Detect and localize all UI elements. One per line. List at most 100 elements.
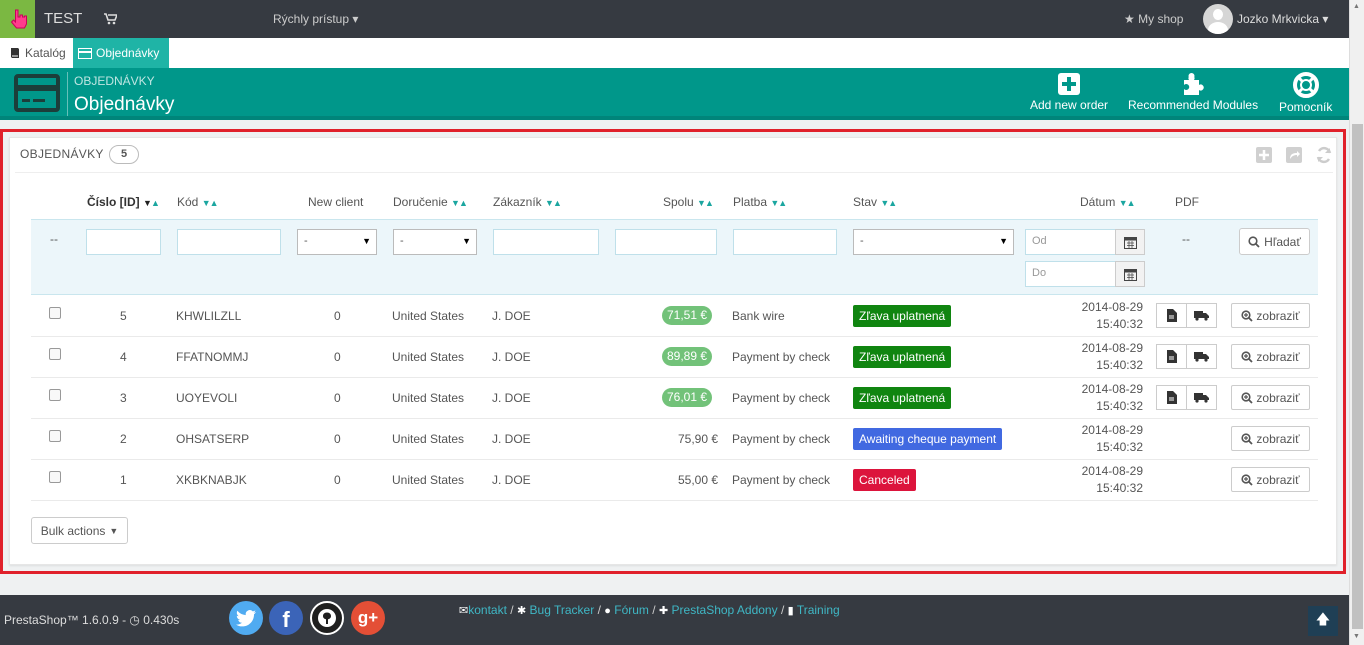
column-header-delivery[interactable]: Doručenie ▼▲ bbox=[393, 195, 468, 209]
sort-icon[interactable]: ▼▲ bbox=[545, 198, 562, 208]
sort-icon[interactable]: ▼▲ bbox=[451, 198, 468, 208]
invoice-pdf-button[interactable] bbox=[1156, 303, 1187, 328]
sort-icon[interactable]: ▼▲ bbox=[1119, 198, 1136, 208]
pdf-filter-dash: -- bbox=[1182, 232, 1190, 246]
scroll-up-arrow-icon[interactable]: ▲ bbox=[1353, 3, 1360, 10]
filter-status-select[interactable]: - ▼ bbox=[853, 229, 1014, 255]
footer: PrestaShop™ 1.6.0.9 - ◷ 0.430s f g+ ✉kon… bbox=[0, 595, 1349, 645]
view-order-button[interactable]: zobraziť bbox=[1231, 467, 1310, 492]
order-total-badge: 71,51 € bbox=[662, 306, 713, 325]
filter-date-from-input[interactable]: Od bbox=[1025, 229, 1116, 255]
recommended-modules-button[interactable]: Recommended Modules bbox=[1128, 72, 1258, 112]
footer-link-training[interactable]: Training bbox=[797, 603, 840, 617]
filter-customer-input[interactable] bbox=[493, 229, 599, 255]
scrollbar-thumb[interactable] bbox=[1352, 124, 1363, 629]
delivery-slip-button[interactable] bbox=[1186, 385, 1217, 410]
page-scrollbar[interactable]: ▲ ▼ bbox=[1349, 0, 1364, 645]
github-icon[interactable] bbox=[310, 601, 344, 635]
filter-id-input[interactable] bbox=[86, 229, 161, 255]
user-menu[interactable]: Jozko Mrkvicka ▾ bbox=[1237, 12, 1328, 26]
arrow-up-icon: 🡅 bbox=[1315, 611, 1331, 627]
column-header-date[interactable]: Dátum ▼▲ bbox=[1080, 195, 1136, 209]
column-label: Stav bbox=[853, 195, 878, 209]
invoice-pdf-button[interactable] bbox=[1156, 385, 1187, 410]
menu-toggle-button[interactable] bbox=[0, 0, 35, 38]
footer-link-forum[interactable]: Fórum bbox=[614, 603, 649, 617]
refresh-icon[interactable] bbox=[1315, 146, 1333, 164]
sort-icon[interactable]: ▼▲ bbox=[697, 198, 714, 208]
link-separator: / bbox=[597, 603, 601, 617]
row-checkbox[interactable] bbox=[49, 471, 61, 483]
header-breadcrumb[interactable]: OBJEDNÁVKY bbox=[74, 74, 155, 88]
google-plus-icon[interactable]: g+ bbox=[351, 601, 385, 635]
help-button[interactable]: Pomocník bbox=[1279, 72, 1332, 114]
view-order-button[interactable]: zobraziť bbox=[1231, 303, 1310, 328]
view-order-button[interactable]: zobraziť bbox=[1231, 344, 1310, 369]
credit-card-icon bbox=[78, 47, 92, 59]
table-row[interactable]: 4 FFATNOMMJ 0 United States J. DOE 89,89 € Pay… bbox=[31, 337, 1318, 378]
scroll-down-arrow-icon[interactable]: ▼ bbox=[1353, 633, 1360, 640]
column-header-total[interactable]: Spolu ▼▲ bbox=[663, 195, 714, 209]
footer-link-bug-tracker[interactable]: Bug Tracker bbox=[530, 603, 595, 617]
cart-icon[interactable] bbox=[104, 13, 119, 28]
filter-payment-input[interactable] bbox=[733, 229, 837, 255]
invoice-pdf-button[interactable] bbox=[1156, 344, 1187, 369]
column-header-customer[interactable]: Zákazník ▼▲ bbox=[493, 195, 562, 209]
filter-new-client-select[interactable]: - ▼ bbox=[297, 229, 377, 255]
quick-access-dropdown[interactable]: Rýchly prístup ▾ bbox=[273, 12, 358, 26]
row-checkbox[interactable] bbox=[49, 430, 61, 442]
table-row[interactable]: 1 XKBKNABJK 0 United States J. DOE 55,00 € Pay… bbox=[31, 460, 1318, 501]
truck-icon bbox=[1194, 393, 1209, 403]
order-new-client: 0 bbox=[334, 391, 341, 405]
sort-icon[interactable]: ▼▲ bbox=[143, 198, 160, 208]
delivery-slip-button[interactable] bbox=[1186, 344, 1217, 369]
scroll-to-top-button[interactable]: 🡅 bbox=[1308, 606, 1338, 636]
table-row[interactable]: 5 KHWLILZLL 0 United States J. DOE 71,51 € Ban… bbox=[31, 296, 1318, 337]
table-row[interactable]: 3 UOYEVOLI 0 United States J. DOE 76,01 € Paym… bbox=[31, 378, 1318, 419]
caret-down-icon: ▼ bbox=[999, 236, 1008, 246]
sort-icon[interactable]: ▼▲ bbox=[202, 198, 219, 208]
column-header-payment[interactable]: Platba ▼▲ bbox=[733, 195, 787, 209]
status-badge: Zľava uplatnená bbox=[853, 305, 952, 327]
row-checkbox[interactable] bbox=[49, 389, 61, 401]
view-order-label: zobraziť bbox=[1256, 472, 1300, 487]
select-value: - bbox=[400, 235, 404, 247]
table-row[interactable]: 2 OHSATSERP 0 United States J. DOE 75,90 € Pay… bbox=[31, 419, 1318, 460]
row-checkbox[interactable] bbox=[49, 348, 61, 360]
footer-link-addons[interactable]: PrestaShop Addony bbox=[672, 603, 778, 617]
avatar[interactable] bbox=[1203, 4, 1233, 34]
search-button[interactable]: Hľadať bbox=[1239, 228, 1310, 255]
book-icon: ▮ bbox=[787, 605, 794, 617]
column-header-status[interactable]: Stav ▼▲ bbox=[853, 195, 897, 209]
export-icon[interactable] bbox=[1285, 146, 1303, 164]
footer-link-contact[interactable]: kontakt bbox=[468, 603, 507, 617]
tab-orders[interactable]: Objednávky bbox=[73, 38, 169, 68]
column-header-code[interactable]: Kód ▼▲ bbox=[177, 195, 219, 209]
filter-code-input[interactable] bbox=[177, 229, 281, 255]
sort-icon[interactable]: ▼▲ bbox=[880, 198, 897, 208]
filter-date-to-input[interactable]: Do bbox=[1025, 261, 1116, 287]
shop-name[interactable]: TEST bbox=[44, 10, 82, 27]
add-new-order-button[interactable]: Add new order bbox=[1030, 72, 1108, 112]
sort-icon[interactable]: ▼▲ bbox=[770, 198, 787, 208]
column-label: PDF bbox=[1175, 195, 1199, 209]
view-order-button[interactable]: zobraziť bbox=[1231, 426, 1310, 451]
row-checkbox[interactable] bbox=[49, 307, 61, 319]
calendar-icon[interactable] bbox=[1115, 229, 1145, 255]
filter-total-input[interactable] bbox=[615, 229, 717, 255]
header-separator bbox=[67, 72, 68, 116]
filter-delivery-select[interactable]: - ▼ bbox=[393, 229, 477, 255]
facebook-icon[interactable]: f bbox=[269, 601, 303, 635]
column-header-id[interactable]: Číslo [ID] ▼▲ bbox=[87, 195, 160, 209]
order-date: 2014-08-29 15:40:32 bbox=[1071, 340, 1143, 374]
add-icon[interactable] bbox=[1255, 146, 1273, 164]
bulk-actions-button[interactable]: Bulk actions ▼ bbox=[31, 517, 128, 544]
view-order-button[interactable]: zobraziť bbox=[1231, 385, 1310, 410]
delivery-slip-button[interactable] bbox=[1186, 303, 1217, 328]
twitter-icon[interactable] bbox=[229, 601, 263, 635]
calendar-icon[interactable] bbox=[1115, 261, 1145, 287]
my-shop-link[interactable]: ★ My shop bbox=[1124, 12, 1183, 26]
recommended-modules-label: Recommended Modules bbox=[1128, 98, 1259, 112]
tab-catalog[interactable]: Katalóg bbox=[4, 38, 71, 68]
column-header-new-client: New client bbox=[308, 195, 363, 209]
